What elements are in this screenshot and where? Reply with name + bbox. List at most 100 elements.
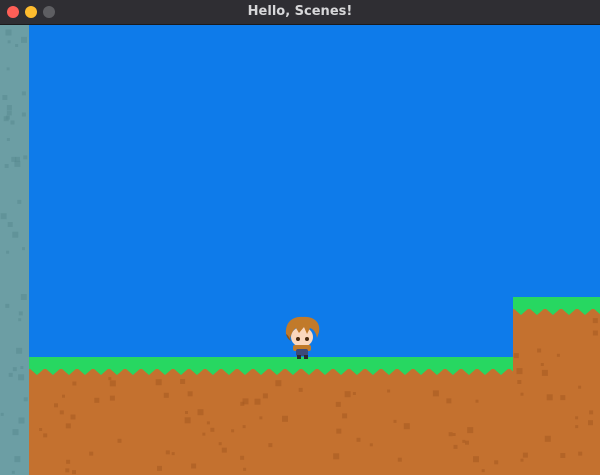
game-window: Hello, Scenes! <box>0 0 600 475</box>
texture-speckle <box>369 443 373 447</box>
texture-speckle <box>344 391 351 398</box>
texture-speckle <box>163 392 169 398</box>
texture-speckle <box>70 414 76 420</box>
texture-speckle <box>4 164 9 168</box>
texture-speckle <box>23 155 28 160</box>
texture-speckle <box>23 397 28 402</box>
texture-speckle <box>575 416 579 420</box>
texture-speckle <box>540 363 544 366</box>
texture-speckle <box>588 420 593 426</box>
texture-speckle <box>6 67 10 71</box>
texture-speckle <box>494 460 499 465</box>
texture-speckle <box>94 397 100 403</box>
texture-speckle <box>12 429 19 436</box>
texture-speckle <box>522 452 528 458</box>
texture-speckle <box>446 398 452 404</box>
texture-speckle <box>89 451 94 456</box>
texture-speckle <box>231 429 235 433</box>
texture-speckle <box>180 379 186 384</box>
texture-speckle <box>537 348 542 353</box>
texture-speckle <box>22 247 25 251</box>
texture-speckle <box>109 380 116 387</box>
texture-speckle <box>17 199 22 204</box>
texture-speckle <box>12 231 19 238</box>
texture-speckle <box>20 366 24 369</box>
texture-speckle <box>10 120 15 125</box>
texture-speckle <box>185 411 188 414</box>
texture-speckle <box>5 303 10 308</box>
texture-speckle <box>403 423 410 430</box>
texture-speckle <box>108 377 112 381</box>
texture-speckle <box>352 392 356 395</box>
texture-speckle <box>336 428 342 434</box>
texture-speckle <box>210 427 215 432</box>
texture-speckle <box>5 29 12 36</box>
texture-speckle <box>356 437 361 442</box>
texture-speckle <box>18 417 25 424</box>
texture-speckle <box>298 387 303 392</box>
texture-speckle <box>592 318 598 324</box>
texture-speckle <box>12 367 17 372</box>
texture-speckle <box>242 425 246 429</box>
texture-speckle <box>66 459 71 464</box>
texture-speckle <box>157 465 162 471</box>
texture-speckle <box>262 393 268 399</box>
texture-speckle <box>243 467 247 471</box>
texture-speckle <box>397 457 402 462</box>
texture-speckle <box>481 469 485 473</box>
texture-speckle <box>187 391 193 397</box>
texture-speckle <box>21 91 26 96</box>
texture-speckle <box>221 447 227 453</box>
texture-speckle <box>560 453 566 458</box>
texture-speckle <box>517 380 522 384</box>
texture-speckle <box>240 401 245 406</box>
title-bar[interactable]: Hello, Scenes! <box>0 0 600 25</box>
texture-speckle <box>7 222 13 227</box>
texture-speckle <box>65 423 71 429</box>
texture-speckle <box>575 425 579 429</box>
texture-speckle <box>14 456 21 463</box>
scene-canvas <box>0 25 600 475</box>
texture-speckle <box>282 415 288 422</box>
texture-speckle <box>462 439 466 443</box>
texture-speckle <box>5 115 10 120</box>
texture-speckle <box>452 433 456 436</box>
texture-speckle <box>18 374 25 381</box>
texture-speckle <box>206 421 210 425</box>
texture-speckle <box>62 394 65 398</box>
texture-speckle <box>342 413 348 419</box>
texture-speckle <box>520 392 524 396</box>
texture-speckle <box>8 372 13 377</box>
main-ground <box>29 357 517 475</box>
texture-speckle <box>165 450 170 455</box>
texture-speckle <box>592 330 598 336</box>
texture-speckle <box>202 432 206 436</box>
texture-speckle <box>393 419 397 423</box>
texture-speckle <box>155 379 162 386</box>
texture-speckle <box>109 395 115 401</box>
texture-speckle <box>72 381 77 386</box>
texture-speckle <box>16 347 23 354</box>
texture-speckle <box>254 398 261 405</box>
texture-speckle <box>14 160 21 167</box>
texture-speckle <box>240 455 245 460</box>
texture-speckle <box>589 410 594 415</box>
texture-speckle <box>333 453 340 460</box>
texture-speckle <box>117 438 122 443</box>
texture-speckle <box>39 428 43 431</box>
texture-speckle <box>473 456 479 463</box>
texture-speckle <box>184 417 191 424</box>
texture-speckle <box>520 458 524 462</box>
texture-speckle <box>21 112 26 117</box>
texture-speckle <box>259 416 263 420</box>
texture-speckle <box>21 36 27 43</box>
texture-speckle <box>171 452 175 456</box>
game-viewport[interactable] <box>0 25 600 475</box>
texture-speckle <box>578 385 582 389</box>
texture-speckle <box>387 389 391 393</box>
texture-speckle <box>18 318 22 322</box>
texture-speckle <box>516 368 523 375</box>
texture-speckle <box>197 409 204 416</box>
window-title: Hello, Scenes! <box>247 4 353 19</box>
raised-ledge <box>513 297 600 475</box>
